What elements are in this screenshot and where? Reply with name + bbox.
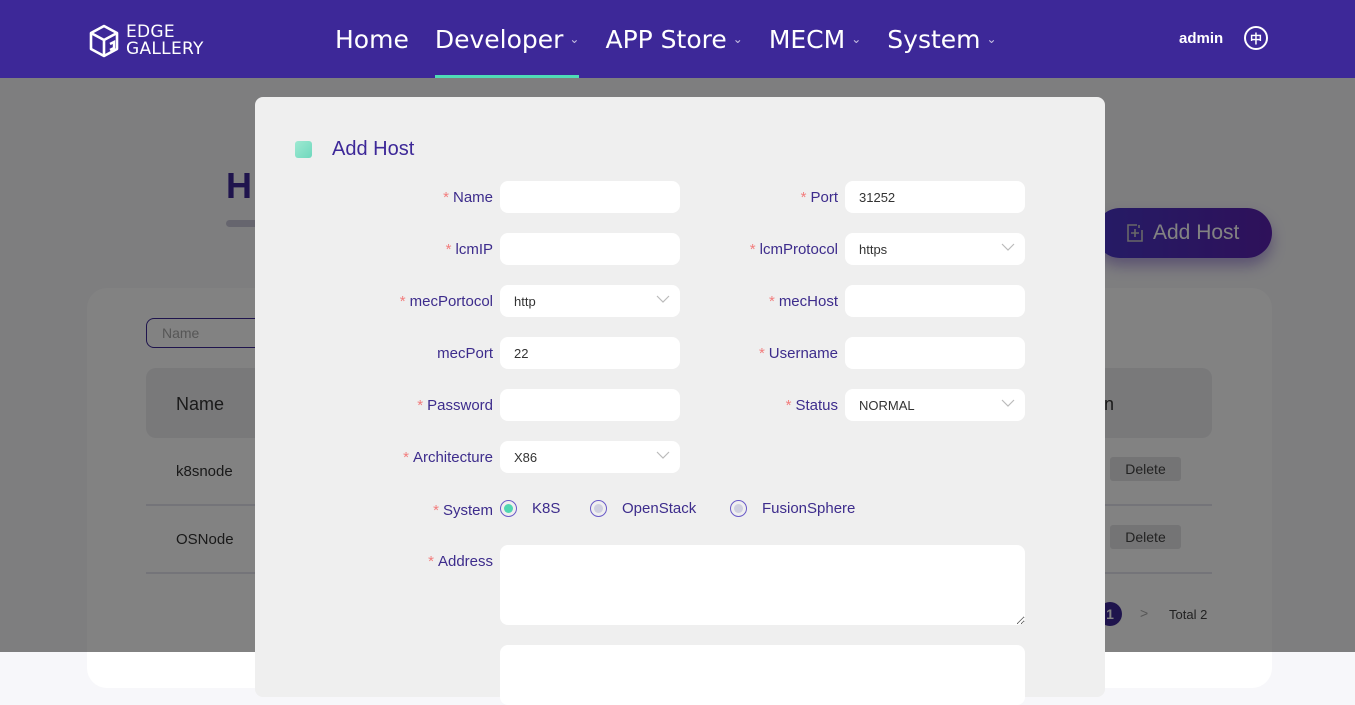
radio-label: FusionSphere xyxy=(762,500,856,517)
radio-k8s[interactable]: K8S xyxy=(500,500,560,517)
field-value: 31252 xyxy=(859,189,896,205)
next-field-input[interactable] xyxy=(500,645,1025,705)
logo-line2: GALLERY xyxy=(126,39,204,59)
chevron-down-icon: ⌄ xyxy=(569,32,580,46)
lcmip-label: * lcmIP xyxy=(445,241,493,258)
nav-label: Home xyxy=(335,24,409,54)
chevron-down-icon: ⌄ xyxy=(732,32,743,46)
field-value: X86 xyxy=(514,449,538,465)
architecture-select[interactable]: X86 xyxy=(500,441,680,473)
cube-logo-icon xyxy=(89,24,119,58)
lcmprotocol-label: * lcmProtocol xyxy=(749,241,838,258)
nav-label: APP Store xyxy=(605,24,727,54)
radio-label: K8S xyxy=(532,500,561,517)
chevron-down-icon xyxy=(656,451,670,459)
language-icon[interactable]: 中 xyxy=(1244,26,1268,50)
address-label: * Address xyxy=(428,553,493,570)
name-label: * Name xyxy=(443,189,493,206)
logo[interactable]: EDGE GALLERY xyxy=(88,24,204,58)
radio-fusionsphere[interactable]: FusionSphere xyxy=(730,500,855,517)
status-select[interactable]: NORMAL xyxy=(845,389,1025,421)
nav-label: Developer xyxy=(434,24,564,54)
field-value: https xyxy=(859,241,888,257)
chevron-down-icon xyxy=(1001,399,1015,407)
nav-label: MECM xyxy=(768,24,846,54)
chevron-down-icon xyxy=(1001,243,1015,251)
nav-mecm[interactable]: MECM ⌄ xyxy=(769,0,861,78)
username-input[interactable] xyxy=(845,337,1025,369)
radio-unchecked-icon xyxy=(730,500,747,517)
nav-label: System xyxy=(887,24,981,54)
top-nav: EDGE GALLERY Home Developer ⌄ APP Store ⌄ M… xyxy=(0,0,1355,78)
radio-openstack[interactable]: OpenStack xyxy=(590,500,696,517)
chevron-down-icon: ⌄ xyxy=(851,32,862,46)
field-value: http xyxy=(514,293,536,309)
field-value: 22 xyxy=(514,345,529,361)
lcmprotocol-select[interactable]: https xyxy=(845,233,1025,265)
mecportocol-label: * mecPortocol xyxy=(399,293,493,310)
port-input[interactable]: 31252 xyxy=(845,181,1025,213)
mechost-label: * mecHost xyxy=(768,293,838,310)
username-label: * Username xyxy=(758,345,838,362)
nav-developer[interactable]: Developer ⌄ xyxy=(434,0,580,78)
radio-unchecked-icon xyxy=(590,500,607,517)
mecport-label: mecPort xyxy=(437,345,493,362)
chevron-down-icon: ⌄ xyxy=(986,32,997,46)
status-label: * Status xyxy=(785,397,838,414)
mechost-input[interactable] xyxy=(845,285,1025,317)
architecture-label: * Architecture xyxy=(403,449,493,466)
system-label: * System xyxy=(433,502,493,519)
password-label: * Password xyxy=(417,397,493,414)
radio-checked-icon xyxy=(500,500,517,517)
nav-home[interactable]: Home xyxy=(335,0,409,78)
user-menu[interactable]: admin xyxy=(1179,30,1223,47)
nav-system[interactable]: System ⌄ xyxy=(887,0,996,78)
add-host-dialog: Add Host * System K8S OpenStack FusionSph… xyxy=(255,97,1105,705)
title-marker-icon xyxy=(295,141,312,158)
main-nav: Home Developer ⌄ APP Store ⌄ MECM ⌄ System ⌄ xyxy=(335,0,1023,78)
radio-label: OpenStack xyxy=(622,500,697,517)
nav-app-store[interactable]: APP Store ⌄ xyxy=(605,0,742,78)
dialog-title: Add Host xyxy=(332,138,415,160)
field-value: NORMAL xyxy=(859,397,915,413)
port-label: * Port xyxy=(800,189,838,206)
address-textarea[interactable] xyxy=(500,545,1025,625)
